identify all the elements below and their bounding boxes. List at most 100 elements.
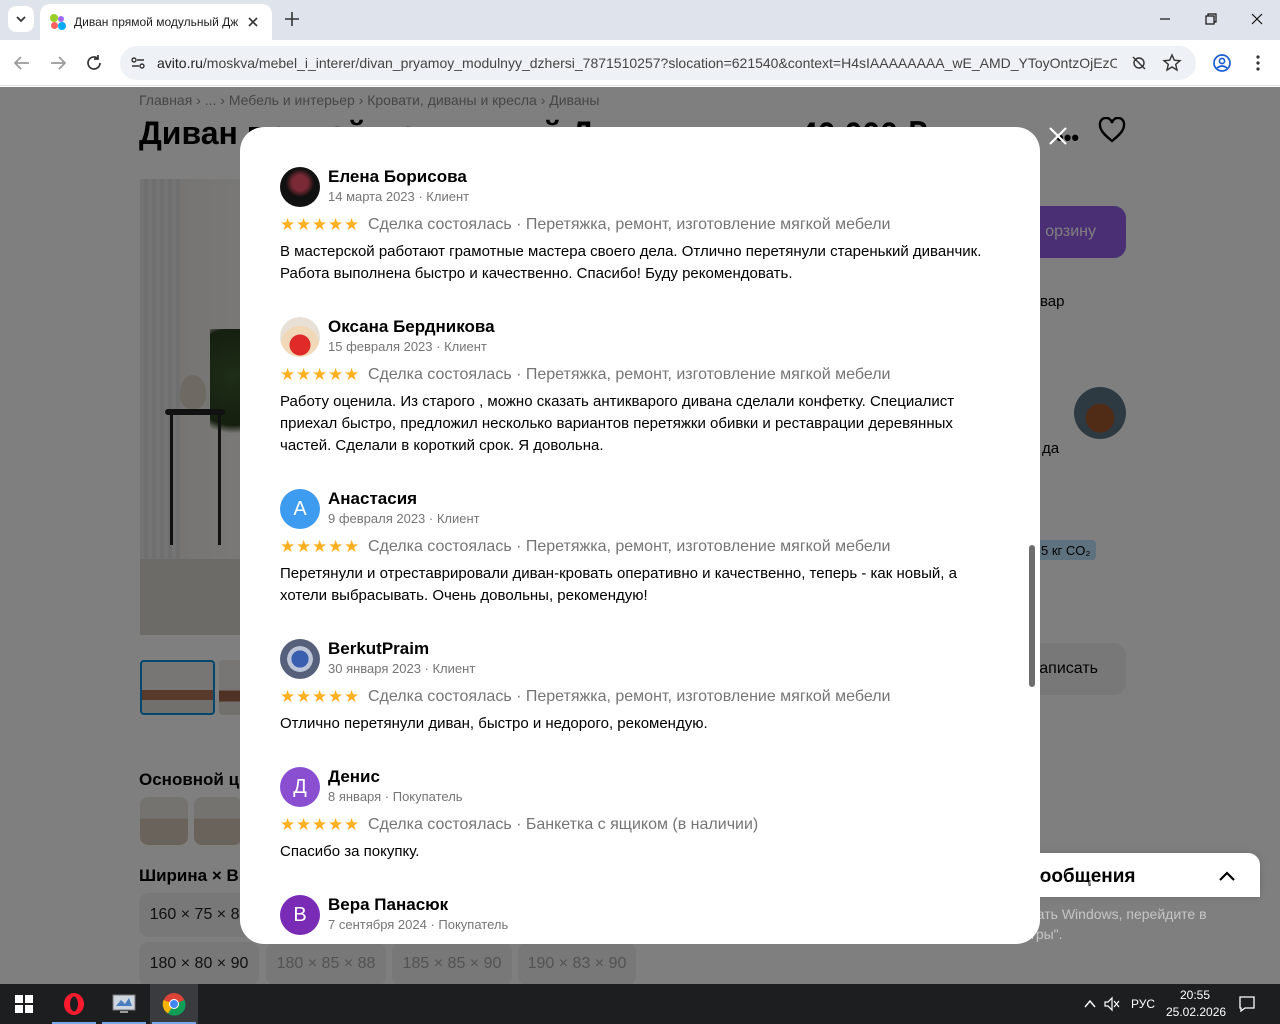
star-icon: ★: [312, 537, 328, 556]
review-meta: 9 февраля 2023 · Клиент: [328, 511, 480, 526]
star-icon: ★: [296, 815, 312, 834]
reviewer-name[interactable]: Вера Панасюк: [328, 895, 448, 915]
review-rating: ★ ★ ★ ★ ★ Сделка состоялась · Перетяжка, рем…: [280, 366, 890, 384]
browser-toolbar: avito.ru/moskva/mebel_i_interer/divan_pr…: [0, 40, 1280, 86]
clock-date[interactable]: 25.02.2026: [1166, 1005, 1226, 1019]
review-text: В мастерской работают грамотные мастера …: [280, 243, 982, 282]
review-meta: 30 января 2023 · Клиент: [328, 661, 476, 676]
avatar[interactable]: [280, 167, 320, 207]
review-meta: 8 января · Покупатель: [328, 789, 463, 804]
url-text: avito.ru/moskva/mebel_i_interer/divan_pr…: [157, 55, 1117, 71]
reload-icon[interactable]: [83, 52, 105, 74]
input-language[interactable]: РУС: [1131, 997, 1155, 1011]
chrome-icon: [162, 993, 186, 1016]
reviews-modal: Елена Борисова 14 марта 2023 · Клиент ★ ★…: [240, 127, 1040, 944]
rating-stars: ★ ★ ★ ★ ★: [280, 215, 360, 234]
clock-time[interactable]: 20:55: [1180, 988, 1210, 1002]
avatar[interactable]: А: [280, 489, 320, 529]
modal-close-icon[interactable]: [1044, 122, 1072, 150]
review-rating: ★ ★ ★ ★ ★ Сделка состоялась · Перетяжка, рем…: [280, 538, 890, 556]
star-icon: ★: [312, 365, 328, 384]
star-icon: ★: [344, 537, 360, 556]
star-icon: ★: [328, 365, 344, 384]
taskbar-opera[interactable]: [50, 984, 98, 1024]
review-text: Перетянули и отреставрировали диван-кров…: [280, 565, 957, 604]
forward-icon[interactable]: [47, 52, 69, 74]
windows-taskbar: РУС 20:55 25.02.2026: [0, 984, 1280, 1024]
modal-scrollbar[interactable]: [1028, 135, 1036, 935]
tracking-off-icon[interactable]: [1130, 54, 1148, 72]
star-icon: ★: [312, 687, 328, 706]
review-text: Работу оценила. Из старого , можно сказа…: [280, 393, 955, 454]
tab-close-icon[interactable]: [244, 13, 262, 31]
review-text: Отлично перетянули диван, быстро и недор…: [280, 715, 708, 732]
reviewer-name[interactable]: Денис: [328, 767, 380, 787]
star-icon: ★: [280, 537, 296, 556]
back-icon[interactable]: [11, 52, 33, 74]
volume-muted-icon[interactable]: [1103, 996, 1121, 1012]
start-button[interactable]: [0, 984, 48, 1024]
star-icon: ★: [328, 215, 344, 234]
site-settings-icon[interactable]: [129, 54, 147, 72]
star-icon: ★: [312, 815, 328, 834]
reviews-list[interactable]: Елена Борисова 14 марта 2023 · Клиент ★ ★…: [240, 127, 1040, 944]
taskbar-chrome[interactable]: [150, 984, 198, 1024]
star-icon: ★: [344, 815, 360, 834]
address-bar[interactable]: avito.ru/moskva/mebel_i_interer/divan_pr…: [120, 46, 1196, 80]
deal-info: Сделка состоялась · Банкетка с ящиком (в…: [368, 816, 759, 833]
deal-info: Сделка состоялась · Перетяжка, ремонт, и…: [368, 538, 891, 555]
star-icon: ★: [280, 815, 296, 834]
rating-stars: ★ ★ ★ ★ ★: [280, 537, 360, 556]
review-rating: ★ ★ ★ ★ ★ Сделка состоялась · Перетяжка, рем…: [280, 216, 890, 234]
review-meta: 14 марта 2023 · Клиент: [328, 189, 470, 204]
star-icon: ★: [344, 687, 360, 706]
browser-menu-icon[interactable]: [1247, 52, 1269, 74]
chevron-down-icon: [16, 16, 26, 23]
minimize-icon[interactable]: [1154, 8, 1176, 30]
review-rating: ★ ★ ★ ★ ★ Сделка состоялась · Банкетка с ящи…: [280, 816, 758, 834]
profile-icon[interactable]: [1211, 52, 1233, 74]
restore-icon[interactable]: [1200, 8, 1222, 30]
modal-scrollbar-thumb[interactable]: [1029, 545, 1035, 687]
windows-activation-watermark: Активация Windows Чтобы активировать Win…: [925, 876, 1207, 942]
review-meta: 15 февраля 2023 · Клиент: [328, 339, 487, 354]
avatar[interactable]: [280, 317, 320, 357]
star-icon: ★: [328, 687, 344, 706]
deal-info: Сделка состоялась · Перетяжка, ремонт, и…: [368, 688, 891, 705]
avatar[interactable]: В: [280, 895, 320, 935]
reviewer-name[interactable]: Оксана Бердникова: [328, 317, 495, 337]
avatar[interactable]: Д: [280, 767, 320, 807]
bookmark-star-icon[interactable]: [1162, 53, 1182, 73]
deal-info: Сделка состоялась · Перетяжка, ремонт, и…: [368, 366, 891, 383]
tab-search-button[interactable]: [8, 6, 34, 32]
star-icon: ★: [280, 365, 296, 384]
reviewer-name[interactable]: Анастасия: [328, 489, 417, 509]
taskbar-app[interactable]: [100, 984, 148, 1024]
star-icon: ★: [328, 537, 344, 556]
chevron-up-icon[interactable]: [1216, 865, 1238, 887]
review-meta: 7 сентября 2024 · Покупатель: [328, 917, 509, 932]
notifications-icon[interactable]: [1238, 995, 1256, 1013]
star-icon: ★: [296, 537, 312, 556]
opera-icon: [64, 993, 84, 1015]
tray-chevron-up-icon[interactable]: [1083, 997, 1097, 1011]
rating-stars: ★ ★ ★ ★ ★: [280, 365, 360, 384]
new-tab-icon[interactable]: [282, 9, 302, 29]
reviewer-name[interactable]: Елена Борисова: [328, 167, 467, 187]
reviewer-name[interactable]: BerkutPraim: [328, 639, 429, 659]
star-icon: ★: [280, 215, 296, 234]
star-icon: ★: [328, 815, 344, 834]
windows-logo-icon: [15, 995, 33, 1013]
star-icon: ★: [296, 215, 312, 234]
review-rating: ★ ★ ★ ★ ★ Сделка состоялась · Перетяжка, рем…: [280, 688, 890, 706]
avatar[interactable]: [280, 639, 320, 679]
star-icon: ★: [312, 215, 328, 234]
star-icon: ★: [280, 687, 296, 706]
avito-favicon-icon: [50, 14, 66, 30]
browser-tab-active[interactable]: Диван прямой модульный Дж: [40, 4, 272, 40]
star-icon: ★: [296, 365, 312, 384]
star-icon: ★: [296, 687, 312, 706]
close-window-icon[interactable]: [1246, 8, 1268, 30]
review-text: Спасибо за покупку.: [280, 843, 420, 860]
deal-info: Сделка состоялась · Перетяжка, ремонт, и…: [368, 216, 891, 233]
